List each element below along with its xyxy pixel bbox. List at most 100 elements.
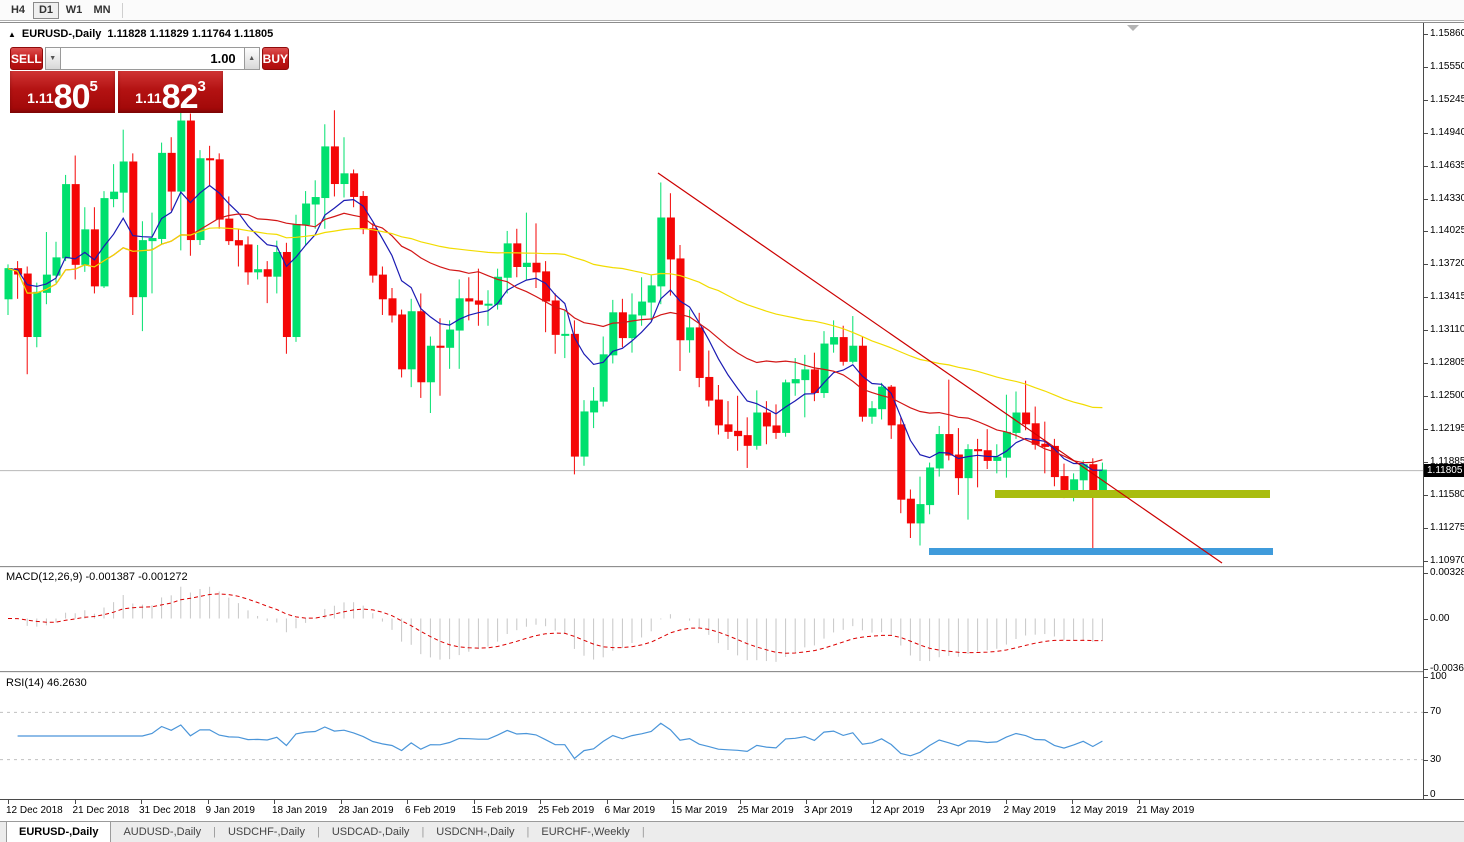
axis-tick-mark xyxy=(1424,100,1428,101)
date-tick-mark xyxy=(274,800,275,804)
date-tick-mark xyxy=(939,800,940,804)
bid-prefix: 1.11 xyxy=(27,90,53,106)
axis-tick-mark xyxy=(1424,462,1428,463)
axis-tick-mark xyxy=(1424,133,1428,134)
macd-pane[interactable] xyxy=(0,568,1423,669)
date-label: 21 Dec 2018 xyxy=(73,805,130,816)
axis-tick-mark xyxy=(1424,528,1428,529)
chart-title: ▲ EURUSD-,Daily 1.11828 1.11829 1.11764 … xyxy=(8,28,273,40)
macd-label: MACD(12,26,9) -0.001387 -0.001272 xyxy=(6,571,188,583)
timeframe-button-h4[interactable]: H4 xyxy=(5,2,31,19)
support-zone-blue[interactable] xyxy=(929,548,1273,555)
date-tick-mark xyxy=(607,800,608,804)
tab-audusd-daily[interactable]: AUDUSD-,Daily xyxy=(111,822,213,842)
axis-tick-mark xyxy=(1424,677,1428,678)
price-tick-label: 100 xyxy=(1430,671,1447,682)
date-tick-mark xyxy=(873,800,874,804)
date-label: 2 May 2019 xyxy=(1004,805,1056,816)
price-tick-label: 1.12805 xyxy=(1430,357,1464,368)
date-tick-mark xyxy=(407,800,408,804)
current-price-label: 1.11805 xyxy=(1424,464,1464,477)
price-tick-label: 1.13720 xyxy=(1430,258,1464,269)
price-tick-label: 1.14940 xyxy=(1430,127,1464,138)
date-tick-mark xyxy=(208,800,209,804)
mt4-window: { "toolbar": { "timeframes": [ {"label":… xyxy=(0,0,1464,842)
axis-tick-mark xyxy=(1424,561,1428,562)
tab-eurusd-daily[interactable]: EURUSD-,Daily xyxy=(6,822,111,842)
price-axis[interactable]: 1.158601.155501.152451.149401.146351.143… xyxy=(1423,23,1464,799)
volume-input[interactable] xyxy=(61,47,244,70)
date-label: 3 Apr 2019 xyxy=(804,805,852,816)
date-tick-mark xyxy=(141,800,142,804)
price-tick-label: 1.15550 xyxy=(1430,61,1464,72)
price-tick-label: 1.14635 xyxy=(1430,160,1464,171)
sell-button[interactable]: SELL xyxy=(10,47,43,70)
axis-tick-mark xyxy=(1424,264,1428,265)
date-label: 12 Dec 2018 xyxy=(6,805,63,816)
date-label: 31 Dec 2018 xyxy=(139,805,196,816)
axis-tick-mark xyxy=(1424,330,1428,331)
date-label: 15 Mar 2019 xyxy=(671,805,727,816)
price-tick-label: 70 xyxy=(1430,706,1441,717)
date-tick-mark xyxy=(8,800,9,804)
buy-button[interactable]: BUY xyxy=(262,47,289,70)
axis-tick-mark xyxy=(1424,396,1428,397)
ohlc-quotes: 1.11828 1.11829 1.11764 1.11805 xyxy=(107,28,273,40)
axis-tick-mark xyxy=(1424,34,1428,35)
price-tick-label: 1.15860 xyxy=(1430,28,1464,39)
rsi-canvas[interactable] xyxy=(0,673,1423,799)
timeframe-button-d1[interactable]: D1 xyxy=(33,2,59,19)
price-tick-label: 1.10970 xyxy=(1430,555,1464,566)
date-tick-mark xyxy=(474,800,475,804)
price-tick-label: 1.12500 xyxy=(1430,390,1464,401)
macd-canvas[interactable] xyxy=(0,568,1423,669)
axis-tick-mark xyxy=(1424,573,1428,574)
axis-tick-mark xyxy=(1424,619,1428,620)
ask-price-tile[interactable]: 1.11823 xyxy=(118,71,223,113)
volume-decrease-button[interactable]: ▼ xyxy=(45,47,61,70)
price-tick-label: 1.14025 xyxy=(1430,225,1464,236)
toolbar-separator xyxy=(122,3,123,18)
price-tick-label: 1.14330 xyxy=(1430,193,1464,204)
date-label: 18 Jan 2019 xyxy=(272,805,327,816)
price-tick-label: 1.11275 xyxy=(1430,522,1464,533)
date-tick-mark xyxy=(75,800,76,804)
axis-tick-mark xyxy=(1424,297,1428,298)
ask-big: 82 xyxy=(162,82,198,113)
date-label: 15 Feb 2019 xyxy=(472,805,528,816)
timeframe-button-mn[interactable]: MN xyxy=(89,2,115,19)
price-tick-label: 30 xyxy=(1430,754,1441,765)
date-label: 12 Apr 2019 xyxy=(871,805,925,816)
axis-tick-mark xyxy=(1424,231,1428,232)
tab-separator: | xyxy=(642,822,645,842)
date-label: 25 Mar 2019 xyxy=(738,805,794,816)
price-tick-label: 1.11580 xyxy=(1430,489,1464,500)
date-label: 9 Jan 2019 xyxy=(206,805,256,816)
descending-trendline[interactable] xyxy=(658,173,1222,563)
collapse-arrow-icon[interactable]: ▲ xyxy=(8,30,16,39)
date-tick-mark xyxy=(806,800,807,804)
date-axis[interactable]: 12 Dec 2018 21 Dec 2018 31 Dec 2018 9 Jan 2… xyxy=(0,799,1464,821)
tab-usdcad-daily[interactable]: USDCAD-,Daily xyxy=(320,822,422,842)
volume-increase-button[interactable]: ▲ xyxy=(244,47,260,70)
bid-price-tile[interactable]: 1.11805 xyxy=(10,71,115,113)
tab-usdchf-daily[interactable]: USDCHF-,Daily xyxy=(216,822,317,842)
timeframe-button-w1[interactable]: W1 xyxy=(61,2,87,19)
axis-tick-mark xyxy=(1424,795,1428,796)
axis-tick-mark xyxy=(1424,199,1428,200)
date-label: 6 Feb 2019 xyxy=(405,805,456,816)
support-zone-green[interactable] xyxy=(995,490,1270,498)
axis-tick-mark xyxy=(1424,429,1428,430)
axis-tick-mark xyxy=(1424,166,1428,167)
date-tick-mark xyxy=(341,800,342,804)
axis-tick-mark xyxy=(1424,67,1428,68)
price-tick-label: 0.00 xyxy=(1430,613,1449,624)
date-tick-mark xyxy=(1006,800,1007,804)
tab-eurchf-weekly[interactable]: EURCHF-,Weekly xyxy=(529,822,641,842)
tab-usdcnh-daily[interactable]: USDCNH-,Daily xyxy=(424,822,526,842)
rsi-pane[interactable] xyxy=(0,673,1423,799)
price-tick-label: 1.13110 xyxy=(1430,324,1464,335)
bid-big: 80 xyxy=(54,82,90,113)
chart-shift-marker-icon xyxy=(1127,25,1139,31)
date-label: 6 Mar 2019 xyxy=(605,805,656,816)
